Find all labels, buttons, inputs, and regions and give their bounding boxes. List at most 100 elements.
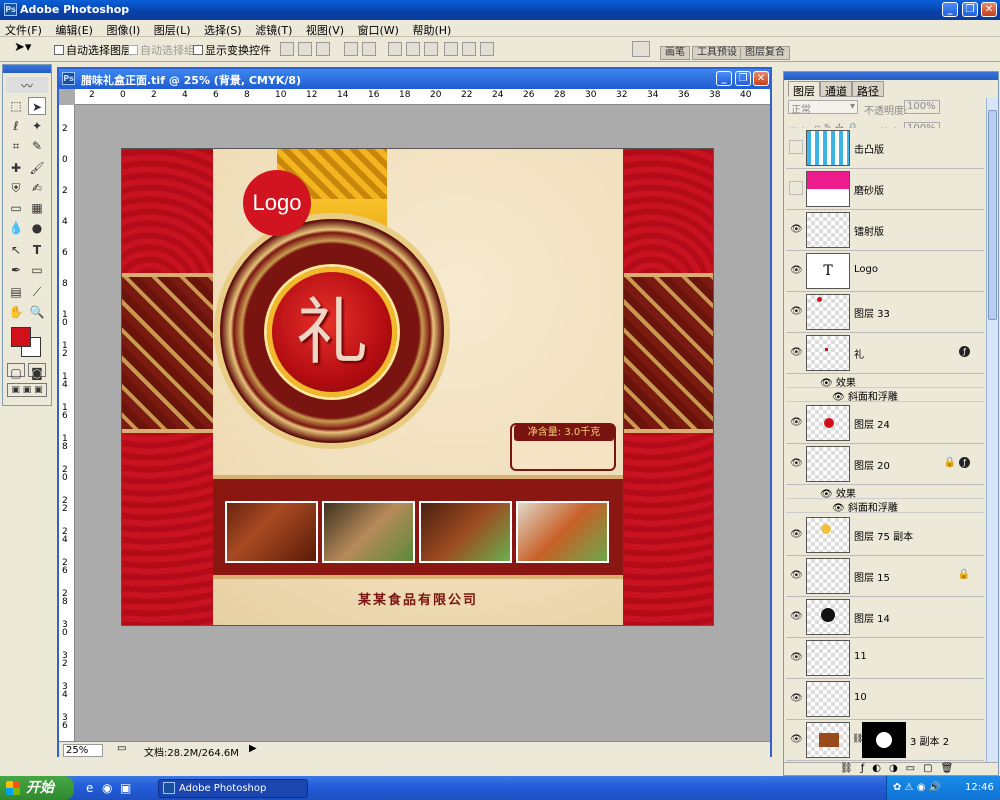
desktop-icon[interactable]: ▣ — [120, 781, 131, 795]
move-tool-preset-icon[interactable]: ➤▾ — [14, 40, 31, 55]
palette-well-icon[interactable] — [632, 41, 650, 57]
distribute-top-icon[interactable] — [388, 42, 402, 56]
feather-logo-icon[interactable]: 〰 — [6, 77, 48, 93]
doc-maximize-button[interactable]: ❐ — [735, 71, 751, 86]
show-transform-checkbox[interactable]: 显示变换控件 — [193, 42, 271, 58]
zoom-field[interactable]: 25% — [63, 744, 103, 757]
align-top-icon[interactable] — [280, 42, 294, 56]
hand-tool-icon[interactable]: ✋ — [7, 303, 25, 321]
eye-icon[interactable]: 👁 — [790, 693, 803, 705]
doc-minimize-button[interactable]: _ — [716, 71, 732, 86]
align-hcenter-icon[interactable] — [362, 42, 376, 56]
crop-tool-icon[interactable]: ⌗ — [7, 137, 25, 155]
visibility-box[interactable] — [789, 181, 803, 195]
layer-row[interactable]: 👁 礼 ƒ — [786, 333, 984, 374]
align-vcenter-icon[interactable] — [298, 42, 312, 56]
eye-icon[interactable]: 👁 — [790, 734, 803, 746]
layer-row[interactable]: 👁 ⛓ 3 副本 2 — [786, 720, 984, 761]
media-icon[interactable]: ◉ — [102, 781, 112, 795]
layer-row[interactable]: 👁 图层 24 — [786, 403, 984, 444]
layer-actions-icons[interactable]: ⛓ƒ◐◑▭▢🗑 — [840, 763, 961, 774]
layer-row[interactable]: 👁 图层 75 副本 — [786, 515, 984, 556]
pen-tool-icon[interactable]: ✒ — [7, 261, 25, 279]
status-menu-arrow-icon[interactable]: ▶ — [249, 743, 257, 754]
layer-row[interactable]: 👁 11 — [786, 638, 984, 679]
well-tab-tool-presets[interactable]: 工具预设 — [692, 46, 742, 60]
layers-scrollbar[interactable] — [986, 98, 998, 762]
align-bottom-icon[interactable] — [316, 42, 330, 56]
standard-mode-icon[interactable]: ▢ — [7, 363, 25, 380]
screen-mode-icon[interactable]: ▣ ▣ ▣ — [7, 383, 47, 397]
distribute-bottom-icon[interactable] — [424, 42, 438, 56]
eye-icon[interactable]: 👁 — [790, 417, 803, 429]
auto-select-group-checkbox[interactable]: 自动选择组 — [128, 42, 195, 58]
toolbox-header[interactable] — [3, 65, 51, 73]
eye-icon[interactable]: 👁 — [790, 224, 803, 236]
tab-paths[interactable]: 路径 — [852, 81, 884, 98]
layer-row[interactable]: 👁 图层 14 — [786, 597, 984, 638]
bevel-effect-row[interactable]: 👁 斜面和浮雕 — [786, 388, 984, 403]
lasso-tool-icon[interactable]: ℓ — [7, 117, 25, 135]
auto-select-layer-checkbox[interactable]: 自动选择图层 — [54, 42, 132, 58]
healing-brush-tool-icon[interactable]: ✚ — [7, 159, 25, 177]
dodge-tool-icon[interactable]: ● — [28, 219, 46, 237]
eye-icon[interactable]: 👁 — [832, 392, 845, 403]
shape-tool-icon[interactable]: ▭ — [28, 261, 46, 279]
quick-mask-icon[interactable]: ◙ — [28, 363, 46, 380]
distribute-vcenter-icon[interactable] — [406, 42, 420, 56]
eye-icon[interactable]: 👁 — [790, 347, 803, 359]
blur-tool-icon[interactable]: 💧 — [7, 219, 25, 237]
tray-icons[interactable]: ✿ ⚠ ◉ 🔊 — [893, 776, 941, 800]
tab-channels[interactable]: 通道 — [820, 81, 852, 98]
well-tab-layer-comps[interactable]: 图层复合 — [740, 46, 790, 60]
fx-icon[interactable]: ƒ — [959, 346, 970, 357]
layer-row[interactable]: 击凸版 — [786, 128, 984, 169]
path-selection-tool-icon[interactable]: ↖ — [7, 241, 25, 259]
minimize-button[interactable]: _ — [942, 2, 958, 17]
type-tool-icon[interactable]: T — [28, 241, 46, 259]
layers-panel-header[interactable] — [784, 72, 998, 80]
distribute-left-icon[interactable] — [444, 42, 458, 56]
ruler-horizontal[interactable]: 2 0 2 4 6 8 10 12 14 16 18 20 22 24 26 28 30 32 34 36 38 40 — [75, 89, 770, 105]
layer-mask-thumbnail[interactable] — [862, 722, 906, 758]
well-tab-brushes[interactable]: 画笔 — [660, 46, 690, 60]
doc-close-button[interactable]: ✕ — [753, 71, 769, 86]
app-title-bar[interactable]: Ps Adobe Photoshop _ ❐ ✕ — [0, 0, 1000, 20]
clock[interactable]: 12:46 — [965, 776, 994, 800]
start-button[interactable]: 开始 — [0, 776, 74, 800]
document-title-bar[interactable]: Ps 腊味礼盒正面.tif @ 25% (背景, CMYK/8) _ ❐ ✕ — [59, 69, 770, 89]
artwork-gift-box[interactable]: 礼 Logo 净含量: 3.0千克 某某食品有限公司 — [121, 148, 714, 626]
magic-wand-tool-icon[interactable]: ✦ — [28, 117, 46, 135]
eye-icon[interactable]: 👁 — [790, 611, 803, 623]
eraser-tool-icon[interactable]: ▭ — [7, 199, 25, 217]
layer-row[interactable]: 👁 图层 20 🔒 ƒ — [786, 444, 984, 485]
clone-stamp-tool-icon[interactable]: ⛨ — [7, 179, 25, 197]
effects-row[interactable]: 👁 效果 — [786, 485, 984, 500]
eyedropper-tool-icon[interactable]: ⟋ — [28, 283, 46, 301]
ruler-vertical[interactable]: 2 0 2 4 6 8 10 12 14 16 18 20 22 24 26 28 30 32 34 36 — [59, 105, 75, 741]
eye-icon[interactable]: 👁 — [790, 570, 803, 582]
move-tool-icon[interactable]: ➤ — [28, 97, 46, 115]
opacity-field[interactable]: 100% — [904, 100, 940, 114]
align-left-icon[interactable] — [344, 42, 358, 56]
layer-row[interactable]: 👁 10 — [786, 679, 984, 720]
blend-mode-select[interactable]: 正常 ▾ — [788, 100, 858, 116]
brush-tool-icon[interactable]: 🖌 — [28, 159, 46, 177]
eye-icon[interactable]: 👁 — [790, 458, 803, 470]
eye-icon[interactable]: 👁 — [832, 503, 845, 514]
marquee-tool-icon[interactable]: ⬚ — [7, 97, 25, 115]
ie-icon[interactable]: e — [86, 781, 93, 795]
zoom-tool-icon[interactable]: 🔍 — [28, 303, 46, 321]
scrollbar-thumb[interactable] — [988, 110, 997, 320]
taskbar-photoshop-button[interactable]: Adobe Photoshop — [158, 779, 308, 798]
eye-icon[interactable]: 👁 — [790, 306, 803, 318]
fx-icon[interactable]: ƒ — [959, 457, 970, 468]
tab-layers[interactable]: 图层 — [788, 81, 820, 98]
layer-row[interactable]: 👁 镭射版 — [786, 210, 984, 251]
eye-icon[interactable]: 👁 — [790, 529, 803, 541]
layer-row[interactable]: 👁 图层 15 🔒 — [786, 556, 984, 597]
close-button[interactable]: ✕ — [981, 2, 997, 17]
eye-icon[interactable]: 👁 — [790, 652, 803, 664]
layer-row[interactable]: 磨砂版 — [786, 169, 984, 210]
notes-tool-icon[interactable]: ▤ — [7, 283, 25, 301]
